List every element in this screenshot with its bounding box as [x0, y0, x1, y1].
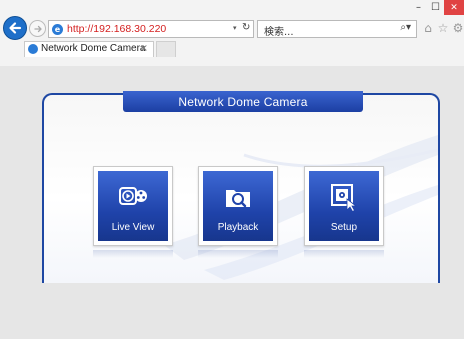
search-input[interactable]: 検索... ⌕▾ — [257, 20, 417, 38]
playback-tile-face: Playback — [203, 171, 273, 241]
minimize-button[interactable]: – — [410, 0, 427, 15]
live-view-reflection — [93, 250, 173, 258]
live-view-icon — [119, 187, 147, 205]
setup-button[interactable]: Setup — [304, 166, 384, 246]
settings-gear-icon[interactable]: ⚙ — [452, 20, 464, 36]
toolbar-icons: ⌂ ☆ ⚙ — [422, 20, 464, 36]
browser-chrome: – ☐ ✕ e http://192.168.30.220 ▾ ↻ 検索... … — [0, 0, 464, 66]
new-tab-button[interactable] — [156, 41, 176, 57]
panel-header: Network Dome Camera — [123, 91, 363, 112]
back-button[interactable] — [3, 16, 27, 40]
setup-label: Setup — [330, 222, 358, 233]
setup-tile-face: Setup — [309, 171, 379, 241]
playback-reflection — [198, 250, 278, 258]
arrow-left-icon — [9, 22, 22, 34]
home-icon[interactable]: ⌂ — [422, 20, 434, 36]
live-view-button[interactable]: Live View — [93, 166, 173, 246]
live-view-tile-face: Live View — [98, 171, 168, 241]
live-view-label: Live View — [111, 222, 155, 233]
page-title: Network Dome Camera — [178, 94, 308, 109]
favorites-star-icon[interactable]: ☆ — [437, 20, 449, 36]
forward-button[interactable] — [29, 20, 46, 37]
address-dropdown-icon[interactable]: ▾ — [233, 24, 237, 32]
close-window-button[interactable]: ✕ — [444, 0, 464, 15]
tab-network-dome-camera[interactable]: Network Dome Camera × — [24, 41, 154, 57]
refresh-icon[interactable]: ↻ — [242, 22, 250, 33]
search-icon[interactable]: ⌕▾ — [400, 22, 411, 33]
ie-logo-icon: e — [52, 24, 63, 35]
playback-label: Playback — [217, 222, 259, 233]
playback-button[interactable]: Playback — [198, 166, 278, 246]
address-bar[interactable]: e http://192.168.30.220 ▾ ↻ — [48, 20, 254, 38]
setup-reflection — [304, 250, 384, 258]
maximize-button[interactable]: ☐ — [427, 0, 444, 15]
address-url[interactable]: http://192.168.30.220 — [67, 23, 166, 35]
window-controls: – ☐ ✕ — [410, 0, 464, 15]
setup-cursor-icon — [331, 184, 358, 212]
search-placeholder: 検索... — [264, 27, 294, 38]
tab-close-icon[interactable]: × — [140, 43, 148, 54]
ie-tab-icon — [28, 44, 38, 54]
tab-title: Network Dome Camera — [41, 43, 146, 54]
playback-search-icon — [226, 190, 250, 208]
arrow-right-icon — [33, 25, 42, 32]
